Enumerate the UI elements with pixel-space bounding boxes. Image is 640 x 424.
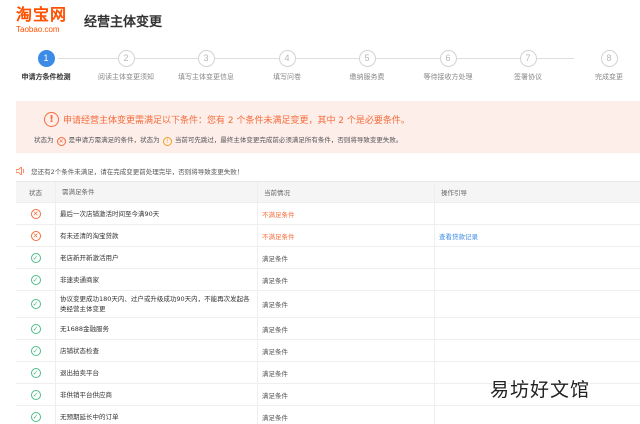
condition-cell: 最后一次店铺激活时间至今满90天 bbox=[56, 203, 258, 224]
logo-sub-text: Taobao.com bbox=[16, 25, 60, 34]
step-1: 1 申请方条件检测 bbox=[6, 50, 86, 82]
fail-status-icon: ✕ bbox=[30, 208, 41, 219]
page-header: 淘宝网 Taobao.com 经营主体变更 bbox=[0, 0, 640, 40]
condition-cell: 协议变更成功180天内、过户或升级成功90天内，不能再次发起各类经营主体变更 bbox=[56, 291, 258, 317]
table-row: ✓ 无预期延长中的订单 满足条件 bbox=[16, 406, 640, 424]
conditions-alert: ! 申请经营主体变更需满足以下条件：您有 2 个条件未满足变更，其中 2 个是必… bbox=[16, 101, 640, 153]
taobao-logo[interactable]: 淘宝网 Taobao.com bbox=[16, 6, 76, 35]
step-label: 缴纳服务费 bbox=[349, 73, 385, 81]
speaker-icon bbox=[16, 167, 25, 175]
step-6: 6 等待接收方处理 bbox=[408, 50, 488, 82]
table-row: ✓ 老店新开新激活用户 满足条件 bbox=[16, 247, 640, 269]
action-cell bbox=[435, 291, 640, 317]
action-cell bbox=[435, 269, 640, 290]
step-label: 填写问卷 bbox=[273, 73, 301, 81]
step-3: 3 填写主体变更信息 bbox=[166, 50, 246, 82]
header-action: 操作引导 bbox=[441, 189, 467, 197]
check-status-icon: ✓ bbox=[30, 389, 41, 400]
table-row: ✕ 有未还清的淘宝贷款 不满足条件 查看贷款记录 bbox=[16, 225, 640, 247]
header-status: 状态 bbox=[16, 182, 56, 202]
step-label: 申请方条件检测 bbox=[21, 73, 71, 81]
progress-steps: 1 申请方条件检测 2 阅读主体变更须知 3 填写主体变更信息 4 填写问卷 5… bbox=[0, 50, 640, 90]
step-number: 1 bbox=[37, 50, 55, 67]
legend-text-1: 状态为 bbox=[34, 136, 54, 144]
result-cell: 不满足条件 bbox=[258, 203, 435, 224]
table-row: ✓ 无1688金融服务 满足条件 bbox=[16, 318, 640, 340]
action-cell bbox=[435, 318, 640, 339]
table-header-row: 状态 需满足条件 当前情况 操作引导 bbox=[16, 182, 640, 203]
view-loan-records-link[interactable]: 查看贷款记录 bbox=[439, 231, 478, 241]
action-cell bbox=[435, 340, 640, 361]
result-cell: 满足条件 bbox=[258, 291, 435, 317]
result-cell: 满足条件 bbox=[258, 362, 435, 383]
header-condition: 需满足条件 bbox=[56, 182, 258, 202]
step-label: 签署协议 bbox=[514, 73, 542, 81]
fail-status-icon: ✕ bbox=[30, 230, 41, 241]
step-number: 7 bbox=[519, 50, 537, 67]
action-cell bbox=[435, 406, 640, 424]
warning-status-icon: ! bbox=[162, 137, 172, 146]
condition-cell: 有未还清的淘宝贷款 bbox=[56, 225, 258, 246]
table-row: ✓ 店铺状态检查 满足条件 bbox=[16, 340, 640, 362]
step-label: 完成变更 bbox=[595, 73, 623, 81]
legend-text-3: 当前可先跳过，最终主体变更完成前必须满足所有条件，否则将导致变更失败。 bbox=[174, 136, 403, 144]
step-4: 4 填写问卷 bbox=[247, 50, 327, 82]
action-cell bbox=[435, 247, 640, 268]
step-number: 3 bbox=[197, 50, 215, 67]
header-result: 当前情况 bbox=[258, 182, 435, 202]
check-status-icon: ✓ bbox=[30, 252, 41, 263]
result-cell: 满足条件 bbox=[258, 269, 435, 290]
table-row: ✓ 非速卖通商家 满足条件 bbox=[16, 269, 640, 291]
condition-cell: 非速卖通商家 bbox=[56, 269, 258, 290]
action-cell bbox=[435, 203, 640, 224]
notice-line: 您还有2个条件未满足，请在完成变更前处理完毕，否则将导致变更失败！ bbox=[16, 166, 243, 176]
condition-cell: 店铺状态检查 bbox=[56, 340, 258, 361]
fail-status-icon: ✕ bbox=[56, 137, 66, 146]
logo-main-text: 淘宝网 bbox=[16, 5, 68, 24]
watermark-text: 易坊好文馆 bbox=[490, 379, 591, 401]
condition-cell: 非供销平台供应商 bbox=[56, 384, 258, 405]
step-7: 7 签署协议 bbox=[488, 50, 568, 82]
condition-cell: 无1688金融服务 bbox=[56, 318, 258, 339]
check-status-icon: ✓ bbox=[30, 323, 41, 334]
result-cell: 不满足条件 bbox=[258, 225, 435, 246]
notice-text: 您还有2个条件未满足，请在完成变更前处理完毕，否则将导致变更失败！ bbox=[31, 168, 244, 176]
step-number: 5 bbox=[358, 50, 376, 67]
alert-legend: 状态为 ✕ 是申请方需满足的条件，状态为 ! 当前可先跳过，最终主体变更完成前必… bbox=[34, 134, 402, 146]
step-2: 2 阅读主体变更须知 bbox=[86, 50, 166, 82]
table-row: ✓ 协议变更成功180天内、过户或升级成功90天内，不能再次发起各类经营主体变更… bbox=[16, 291, 640, 318]
step-label: 等待接收方处理 bbox=[423, 73, 473, 81]
step-8: 8 完成变更 bbox=[569, 50, 640, 82]
result-cell: 满足条件 bbox=[258, 318, 435, 339]
step-label: 阅读主体变更须知 bbox=[98, 73, 154, 81]
page-title: 经营主体变更 bbox=[84, 15, 163, 30]
condition-cell: 老店新开新激活用户 bbox=[56, 247, 258, 268]
check-status-icon: ✓ bbox=[30, 345, 41, 356]
step-5: 5 缴纳服务费 bbox=[327, 50, 407, 82]
step-label: 填写主体变更信息 bbox=[178, 73, 234, 81]
check-status-icon: ✓ bbox=[30, 411, 41, 422]
condition-cell: 退出拍卖平台 bbox=[56, 362, 258, 383]
table-row: ✕ 最后一次店铺激活时间至今满90天 不满足条件 bbox=[16, 203, 640, 225]
check-status-icon: ✓ bbox=[30, 274, 41, 285]
result-cell: 满足条件 bbox=[258, 406, 435, 424]
step-number: 2 bbox=[117, 50, 135, 67]
check-status-icon: ✓ bbox=[30, 367, 41, 378]
alert-title: 申请经营主体变更需满足以下条件：您有 2 个条件未满足变更，其中 2 个是必要条… bbox=[63, 116, 410, 126]
result-cell: 满足条件 bbox=[258, 384, 435, 405]
condition-cell: 无预期延长中的订单 bbox=[56, 406, 258, 424]
info-icon: ! bbox=[44, 112, 59, 127]
result-cell: 满足条件 bbox=[258, 340, 435, 361]
result-cell: 满足条件 bbox=[258, 247, 435, 268]
step-number: 8 bbox=[600, 50, 618, 67]
legend-text-2: 是申请方需满足的条件，状态为 bbox=[68, 136, 160, 144]
check-status-icon: ✓ bbox=[30, 299, 41, 309]
step-number: 6 bbox=[439, 50, 457, 67]
step-number: 4 bbox=[278, 50, 296, 67]
